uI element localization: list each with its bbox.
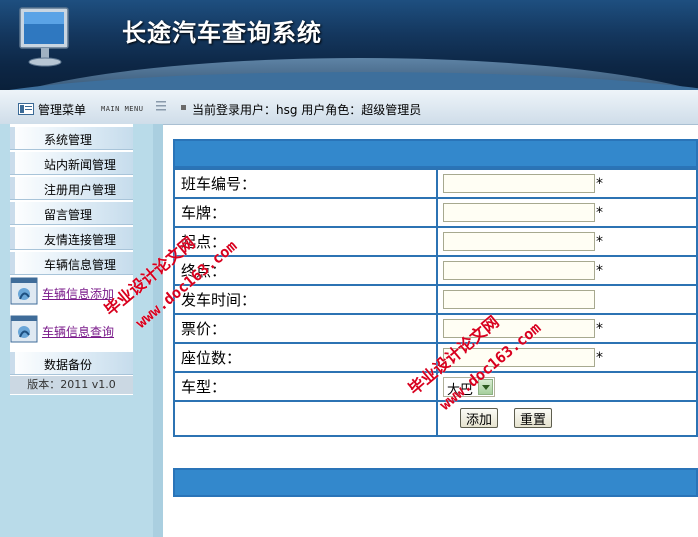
version-label: 版本：2011 v1.0 [10,376,133,394]
form-row: 起点： * [173,226,698,257]
sidebar-item-label: 车辆信息管理 [44,258,117,272]
document-icon [10,277,38,305]
form-row: 发车时间： [173,284,698,315]
vehicle-form: 班车编号： * 车牌： * 起点： * 终点： * 发车时间： 票价： * 座位… [173,139,698,497]
sidebar-item-label: 站内新闻管理 [44,158,117,172]
form-row: 票价： * [173,313,698,344]
bus-number-input[interactable] [443,174,595,193]
required-mark: * [596,262,603,279]
sidebar-item-label: 系统管理 [44,133,93,147]
reset-button[interactable]: 重置 [514,408,553,428]
sidebar-item-label: 注册用户管理 [44,183,117,197]
app-title: 长途汽车查询系统 [122,18,322,47]
add-button[interactable]: 添加 [460,408,499,428]
field-label: 座位数： [173,342,438,373]
sidebar-item-news[interactable]: 站内新闻管理 [10,151,133,175]
sidebar-item-links[interactable]: 友情连接管理 [10,226,133,250]
required-mark: * [596,320,603,337]
sidebar-item-label: 数据备份 [44,358,93,372]
menu-bar: 管理菜单 MAIN MENU 当前登录用户：hsg 用户角色：超级管理员 [0,90,698,125]
sidebar-item-messages[interactable]: 留言管理 [10,201,133,225]
origin-input[interactable] [443,232,595,251]
sidebar-item-label: 友情连接管理 [44,233,117,247]
sidebar-item-backup[interactable]: 数据备份 [10,351,133,375]
field-label: 班车编号： [173,168,438,199]
menu-collapse-icon[interactable] [156,99,166,113]
sidebar-item-users[interactable]: 注册用户管理 [10,176,133,200]
sidebar-item-system[interactable]: 系统管理 [10,126,133,150]
menu-title: 管理菜单 [38,103,87,117]
current-user-info: 当前登录用户：hsg 用户角色：超级管理员 [192,103,422,117]
field-label: 车型： [173,371,438,402]
empty-cell [173,400,438,437]
field-label: 车牌： [173,197,438,228]
departure-time-input[interactable] [443,290,595,309]
required-mark: * [596,349,603,366]
sidebar-item-vehicles[interactable]: 车辆信息管理 [10,251,133,275]
required-mark: * [596,233,603,250]
monitor-icon [19,7,69,67]
sidebar-link-vehicle-query[interactable]: 车辆信息查询 [10,315,133,345]
field-label: 票价： [173,313,438,344]
field-label: 发车时间： [173,284,438,315]
form-footer-bar [173,468,698,497]
form-row: 添加 重置 [173,400,698,437]
document-icon [10,315,38,343]
app-header: 长途汽车查询系统 [0,0,698,90]
form-table: 班车编号： * 车牌： * 起点： * 终点： * 发车时间： 票价： * 座位… [173,168,698,437]
destination-input[interactable] [443,261,595,280]
plate-input[interactable] [443,203,595,222]
sidebar-link-label[interactable]: 车辆信息查询 [42,323,114,340]
sidebar-divider [153,124,163,537]
menu-subtitle: MAIN MENU [101,105,144,113]
form-row: 班车编号： * [173,168,698,199]
bullet-icon [181,105,186,110]
form-row: 车牌： * [173,197,698,228]
required-mark: * [596,204,603,221]
sidebar: 系统管理 站内新闻管理 注册用户管理 留言管理 友情连接管理 车辆信息管理 车辆… [0,124,163,537]
required-mark: * [596,175,603,192]
menu-icon [18,103,34,115]
sidebar-item-label: 留言管理 [44,208,93,222]
form-row: 终点： * [173,255,698,286]
form-header-bar [173,139,698,168]
